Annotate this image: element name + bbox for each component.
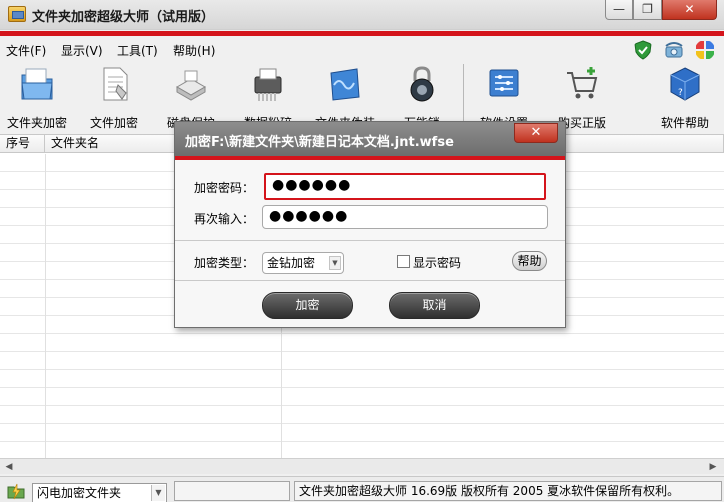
folder-disguise-icon <box>330 68 360 101</box>
menu-tools[interactable]: 工具(T) <box>117 42 158 59</box>
dialog-title: 加密F:\新建文件夹\新建日记本文档.jnt.wfse <box>185 135 454 150</box>
lightning-folder-icon <box>7 483 25 500</box>
toolbar-universal-lock[interactable]: 万能锁 <box>388 62 456 130</box>
scroll-left-icon[interactable]: ◀ <box>2 461 16 473</box>
app-logo-icon <box>8 6 26 22</box>
puzzle-icon[interactable] <box>695 40 715 60</box>
toolbar-buy[interactable]: 购买正版 <box>548 62 616 130</box>
toolbar-folder-disguise[interactable]: 文件夹伪装 <box>311 62 379 130</box>
chevron-down-icon[interactable]: ▼ <box>151 485 165 501</box>
disk-icon <box>175 70 207 101</box>
menu-bar: 文件(F) 显示(V) 工具(T) 帮助(H) <box>0 38 724 62</box>
cancel-button[interactable]: 取消 <box>389 292 480 319</box>
window-title: 文件夹加密超级大师（试用版） <box>32 10 215 25</box>
title-bar: 文件夹加密超级大师（试用版） — ❐ ✕ <box>0 0 724 30</box>
toolbar-label: 软件帮助 <box>660 116 709 130</box>
close-button[interactable]: ✕ <box>662 0 717 20</box>
document-icon <box>103 67 128 101</box>
toolbar-settings[interactable]: 软件设置 <box>470 62 538 130</box>
password-field[interactable]: ●●●●●● <box>264 173 546 200</box>
shield-check-icon[interactable] <box>633 40 653 60</box>
help-button[interactable]: 帮助 <box>512 251 547 271</box>
toolbar-disk-protect[interactable]: 磁盘保护 <box>157 62 225 130</box>
status-info: 文件夹加密超级大师 16.69版 版权所有 2005 夏冰软件保留所有权利。 <box>294 481 722 501</box>
toolbar-help[interactable]: ? 软件帮助 <box>651 62 719 130</box>
show-password-checkbox[interactable] <box>397 255 410 268</box>
dialog-title-bar: 加密F:\新建文件夹\新建日记本文档.jnt.wfse ✕ <box>175 122 565 156</box>
toolbar-file-encrypt[interactable]: 文件加密 <box>80 62 148 130</box>
status-empty-field <box>174 481 290 501</box>
minimize-button[interactable]: — <box>605 0 633 20</box>
confirm-password-field[interactable]: ●●●●●● <box>262 205 548 229</box>
help-cube-icon: ? <box>670 67 700 101</box>
toolbar-data-shred[interactable]: 数据粉碎 <box>234 62 302 130</box>
encrypt-mode-select[interactable]: 闪电加密文件夹 ▼ <box>32 483 167 502</box>
menu-view[interactable]: 显示(V) <box>61 42 103 59</box>
horizontal-scrollbar[interactable]: ◀ ▶ <box>0 458 724 474</box>
svg-text:?: ? <box>678 88 683 98</box>
title-accent-line <box>0 31 724 36</box>
menu-file[interactable]: 文件(F) <box>6 42 46 59</box>
encrypt-dialog: 加密F:\新建文件夹\新建日记本文档.jnt.wfse ✕ 加密密码： ●●●●… <box>174 121 566 328</box>
status-bar: 闪电加密文件夹 ▼ 文件夹加密超级大师 16.69版 版权所有 2005 夏冰软… <box>0 476 724 502</box>
dialog-separator <box>175 280 565 281</box>
encrypt-type-label: 加密类型： <box>194 256 255 270</box>
show-password-label[interactable]: 显示密码 <box>413 254 461 271</box>
column-divider <box>45 154 46 459</box>
toolbar-label: 文件夹加密 <box>6 116 67 130</box>
dialog-accent-line <box>175 156 565 160</box>
chevron-down-icon[interactable]: ▼ <box>329 256 341 270</box>
column-header-index[interactable]: 序号 <box>0 135 45 153</box>
encrypt-type-value: 金钻加密 <box>267 256 316 270</box>
padlock-icon <box>410 66 434 102</box>
toolbar-label: 文件加密 <box>89 116 138 130</box>
menu-help[interactable]: 帮助(H) <box>173 42 215 59</box>
encrypt-mode-value: 闪电加密文件夹 <box>37 486 122 500</box>
encrypt-type-select[interactable]: 金钻加密 ▼ <box>262 252 344 274</box>
scroll-right-icon[interactable]: ▶ <box>706 461 720 473</box>
toolbar-folder-encrypt[interactable]: 文件夹加密 <box>3 62 71 130</box>
confirm-password-label: 再次输入： <box>194 212 255 226</box>
password-label: 加密密码： <box>194 181 255 195</box>
dialog-close-button[interactable]: ✕ <box>514 123 558 143</box>
maximize-button[interactable]: ❐ <box>633 0 662 20</box>
encrypt-button[interactable]: 加密 <box>262 292 353 319</box>
shopping-cart-icon <box>567 67 598 99</box>
telephone-icon[interactable] <box>664 40 684 60</box>
shredder-icon <box>254 68 282 101</box>
dialog-separator <box>175 240 565 241</box>
folder-icon <box>21 68 53 100</box>
settings-panel-icon <box>489 69 519 97</box>
